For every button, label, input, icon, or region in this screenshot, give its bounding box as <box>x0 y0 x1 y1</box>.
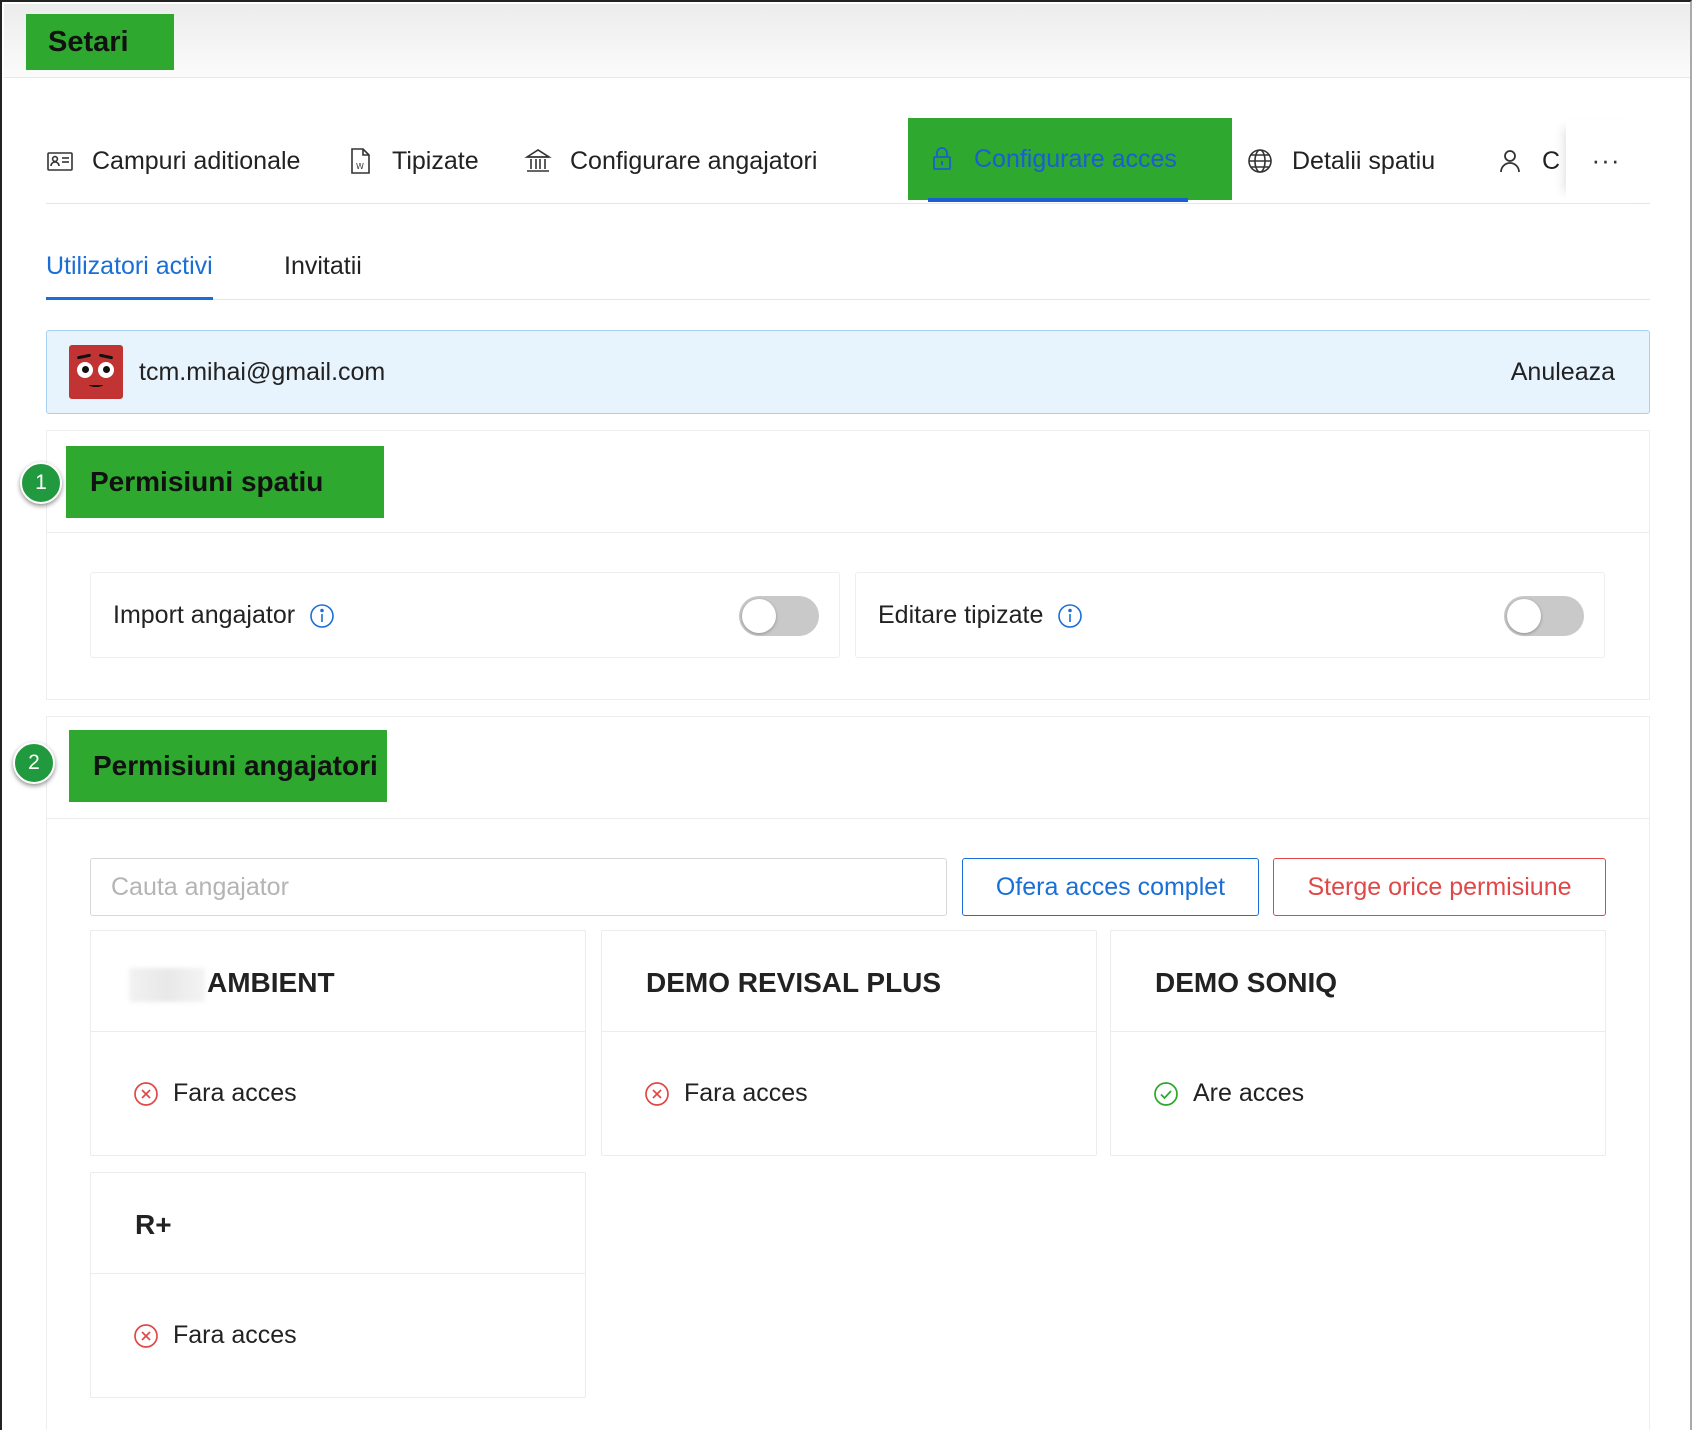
close-circle-icon <box>645 1081 669 1106</box>
editare-tipizate-toggle[interactable] <box>1504 596 1584 636</box>
access-status: Fara acces <box>644 1079 808 1108</box>
access-status-label: Are acces <box>1193 1079 1305 1107</box>
step-badge: 1 <box>20 462 62 504</box>
selected-user-bar: tcm.mihai@gmail.com Anuleaza <box>46 330 1650 414</box>
employer-name: R+ <box>135 1209 172 1240</box>
close-circle-icon <box>134 1323 158 1348</box>
close-circle-icon <box>134 1081 158 1106</box>
id-card-icon <box>47 152 73 171</box>
avatar <box>69 345 123 399</box>
permission-editare-tipizate: Editare tipizate <box>855 572 1605 658</box>
step-badge: 2 <box>13 742 55 784</box>
grant-full-access-button[interactable]: Ofera acces complet <box>962 858 1259 916</box>
active-tab-indicator <box>928 198 1188 202</box>
section-title-employer-permissions: Permisiuni angajatori <box>69 730 387 802</box>
section-title-space-permissions: Permisiuni spatiu <box>66 446 384 518</box>
tab-label: Tipizate <box>392 146 479 175</box>
employer-name: DEMO REVISAL PLUS <box>646 967 942 998</box>
permission-label-wrap: Editare tipizate <box>878 601 1083 630</box>
bank-icon <box>524 149 552 172</box>
user-icon <box>1500 150 1520 173</box>
user-email: tcm.mihai@gmail.com <box>139 358 386 386</box>
access-status: Fara acces <box>133 1079 297 1108</box>
permission-label: Editare tipizate <box>878 601 1044 629</box>
access-status: Fara acces <box>133 1321 297 1350</box>
employer-card[interactable]: AMBIENT Fara acces <box>90 930 586 1156</box>
employer-name-wrap: AMBIENT <box>129 967 335 1002</box>
import-angajator-toggle[interactable] <box>739 596 819 636</box>
tab-label: Detalii spatiu <box>1292 146 1436 175</box>
employer-card[interactable]: DEMO REVISAL PLUS Fara acces <box>601 930 1097 1156</box>
info-icon[interactable] <box>309 603 335 629</box>
access-status: Are acces <box>1153 1079 1304 1108</box>
permission-label-wrap: Import angajator <box>113 601 335 630</box>
svg-text:W: W <box>356 162 364 171</box>
more-tabs-button[interactable]: ··· <box>1566 120 1646 200</box>
tab-label: C <box>1542 146 1561 175</box>
tab-tipizate[interactable]: W Tipizate <box>346 120 479 202</box>
info-icon[interactable] <box>1057 603 1083 629</box>
top-header: Setari <box>4 4 1690 78</box>
employer-name: AMBIENT <box>207 967 335 998</box>
tab-label: Campuri aditionale <box>92 146 301 175</box>
word-document-icon: W <box>351 148 370 174</box>
page-title: Setari <box>26 14 174 70</box>
tab-campuri-aditionale[interactable]: Campuri aditionale <box>46 120 300 202</box>
user-subtabs: Utilizatori activi Invitatii <box>46 242 1650 300</box>
ellipsis-icon: ··· <box>1591 144 1621 175</box>
access-status-label: Fara acces <box>173 1079 297 1107</box>
tab-configurare-angajatori[interactable]: Configurare angajatori <box>524 120 817 202</box>
search-employer-input[interactable] <box>90 858 947 916</box>
permission-label: Import angajator <box>113 601 296 629</box>
check-circle-icon <box>1154 1081 1178 1106</box>
app-window: Setari Campuri aditionale W Tipizate Con… <box>0 0 1692 1430</box>
remove-all-permissions-button[interactable]: Sterge orice permisiune <box>1273 858 1606 916</box>
employer-card[interactable]: R+ Fara acces <box>90 1172 586 1398</box>
lock-icon <box>933 147 951 170</box>
settings-tabs: Campuri aditionale W Tipizate Configurar… <box>46 118 1650 204</box>
employer-name: DEMO SONIQ <box>1155 967 1338 998</box>
subtab-utilizatori-activi[interactable]: Utilizatori activi <box>46 252 213 300</box>
permission-import-angajator: Import angajator <box>90 572 840 658</box>
access-status-label: Fara acces <box>684 1079 808 1107</box>
globe-icon <box>1248 149 1272 173</box>
access-status-label: Fara acces <box>173 1321 297 1349</box>
redacted-text <box>129 967 205 1002</box>
tab-configurare-acces[interactable]: Configurare acces <box>908 118 1232 202</box>
tab-detalii-spatiu[interactable]: Detalii spatiu <box>1246 120 1435 202</box>
tab-label: Configurare angajatori <box>570 146 818 175</box>
tab-label: Configurare acces <box>974 144 1177 173</box>
employer-card[interactable]: DEMO SONIQ Are acces <box>1110 930 1606 1156</box>
subtab-invitatii[interactable]: Invitatii <box>284 252 362 300</box>
cancel-button[interactable]: Anuleaza <box>1511 358 1615 387</box>
